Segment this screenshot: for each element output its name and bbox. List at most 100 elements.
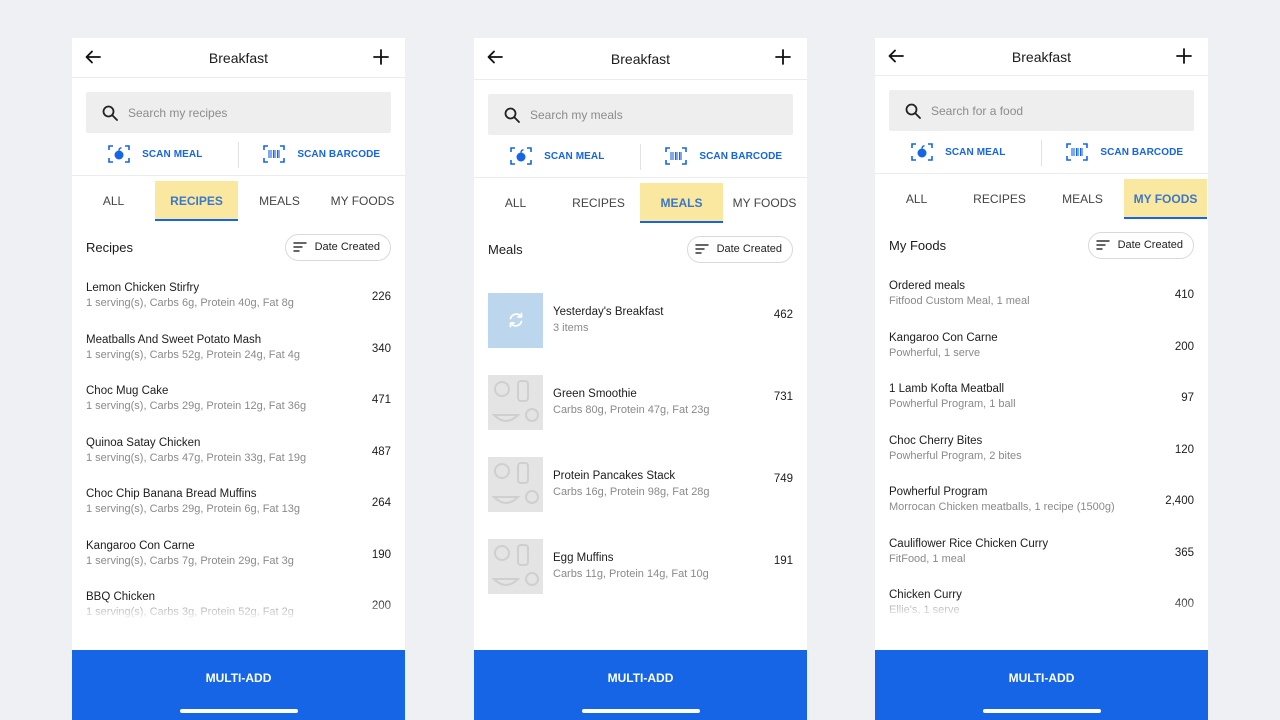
item-name: Chicken Curry <box>889 589 962 601</box>
item-name: Meatballs And Sweet Potato Mash <box>86 333 262 346</box>
search-icon <box>102 105 118 121</box>
list-item[interactable]: BBQ Chicken 1 serving(s), Carbs 3g, Prote… <box>72 583 405 635</box>
item-calories: 2,400 <box>1165 495 1194 507</box>
list-item[interactable]: Yesterday's Breakfast 3 items 462 <box>474 279 807 361</box>
item-calories: 749 <box>773 473 793 485</box>
scan-row: SCAN MEAL SCAN BARCODE <box>72 133 405 176</box>
item-calories: 200 <box>371 600 391 612</box>
tab-recipes[interactable]: RECIPES <box>155 181 238 221</box>
list-item[interactable]: Choc Mug Cake 1 serving(s), Carbs 29g, Pr… <box>72 377 405 429</box>
scan-meal-button[interactable]: SCAN MEAL <box>875 131 1042 173</box>
plus-icon[interactable] <box>372 48 390 66</box>
tab-bar: ALL RECIPES MEALS MY FOODS <box>875 179 1208 219</box>
list-item[interactable]: 1 Lamb Kofta Meatball Powherful Program, … <box>875 375 1208 427</box>
search-input[interactable] <box>128 105 348 120</box>
barcode-icon <box>665 147 688 165</box>
scan-meal-button[interactable]: SCAN MEAL <box>474 135 641 177</box>
multi-add-button[interactable]: MULTI-ADD <box>72 650 405 720</box>
tab-my-foods[interactable]: MY FOODS <box>1124 179 1207 219</box>
list-item[interactable]: Kangaroo Con Carne 1 serving(s), Carbs 7g… <box>72 532 405 584</box>
search-bar[interactable] <box>889 90 1194 131</box>
scan-meal-icon <box>911 143 933 161</box>
tab-all[interactable]: ALL <box>72 181 155 221</box>
back-arrow-icon[interactable] <box>486 48 504 66</box>
item-detail: FitFood, 1 meal <box>889 552 966 565</box>
list-item[interactable]: Meatballs And Sweet Potato Mash 1 serving… <box>72 326 405 378</box>
tab-recipes[interactable]: RECIPES <box>958 179 1041 219</box>
list-item[interactable]: Quinoa Satay Chicken 1 serving(s), Carbs … <box>72 429 405 481</box>
search-input[interactable] <box>931 103 1151 118</box>
back-arrow-icon[interactable] <box>84 48 102 66</box>
scan-meal-label: SCAN MEAL <box>945 146 1006 158</box>
scan-barcode-label: SCAN BARCODE <box>1100 146 1184 158</box>
list-item[interactable]: Cauliflower Rice Chicken Curry FitFood, 1… <box>875 530 1208 582</box>
plus-icon[interactable] <box>774 48 792 66</box>
meal-text: Protein Pancakes Stack Carbs 16g, Protei… <box>553 470 710 498</box>
meal-text: Green Smoothie Carbs 80g, Protein 47g, F… <box>553 388 710 416</box>
list-item[interactable]: Chicken Curry Ellie's, 1 serve 400 <box>875 581 1208 633</box>
tab-all[interactable]: ALL <box>875 179 958 219</box>
tab-bar: ALL RECIPES MEALS MY FOODS <box>474 183 807 223</box>
scan-barcode-button[interactable]: SCAN BARCODE <box>641 135 808 177</box>
food-placeholder-image <box>488 456 543 512</box>
item-calories: 200 <box>1174 340 1194 353</box>
section-title: Meals <box>488 241 523 257</box>
home-indicator <box>180 709 298 713</box>
list-item[interactable]: Choc Cherry Bites Powherful Program, 2 bi… <box>875 427 1208 479</box>
item-detail: Carbs 80g, Protein 47g, Fat 23g <box>553 404 710 416</box>
item-detail: Powherful Program, 2 bites <box>889 449 1022 462</box>
scan-row: SCAN MEAL SCAN BARCODE <box>474 135 807 178</box>
item-name: Quinoa Satay Chicken <box>86 436 201 449</box>
list-item[interactable]: Ordered meals Fitfood Custom Meal, 1 meal… <box>875 272 1208 324</box>
item-calories: 120 <box>1174 443 1194 456</box>
top-bar: Breakfast <box>474 38 807 80</box>
item-name: Choc Mug Cake <box>86 385 169 397</box>
food-placeholder-image <box>488 538 543 594</box>
item-name: Protein Pancakes Stack <box>553 470 676 482</box>
list-item[interactable]: Green Smoothie Carbs 80g, Protein 47g, F… <box>474 361 807 443</box>
list-item[interactable]: Lemon Chicken Stirfry 1 serving(s), Carbs… <box>72 274 405 326</box>
tab-recipes[interactable]: RECIPES <box>557 183 640 223</box>
item-name: Yesterday's Breakfast <box>553 306 664 318</box>
list-item[interactable]: Kangaroo Con Carne Powherful, 1 serve 200 <box>875 324 1208 376</box>
multi-add-button[interactable]: MULTI-ADD <box>474 650 807 720</box>
tab-meals[interactable]: MEALS <box>238 181 321 221</box>
list-item[interactable]: Protein Pancakes Stack Carbs 16g, Protei… <box>474 443 807 525</box>
tab-meals[interactable]: MEALS <box>1041 179 1124 219</box>
scan-barcode-button[interactable]: SCAN BARCODE <box>1042 131 1209 173</box>
item-calories: 731 <box>773 391 793 403</box>
scan-barcode-button[interactable]: SCAN BARCODE <box>239 133 406 175</box>
recipe-list: Lemon Chicken Stirfry 1 serving(s), Carbs… <box>72 274 405 635</box>
sort-label: Date Created <box>716 243 782 255</box>
multi-add-button[interactable]: MULTI-ADD <box>875 650 1208 720</box>
list-item[interactable]: Egg Muffins Carbs 11g, Protein 14g, Fat … <box>474 525 807 607</box>
scan-meal-label: SCAN MEAL <box>544 150 605 162</box>
item-calories: 190 <box>371 548 391 561</box>
section-header: Meals Date Created <box>474 228 807 270</box>
top-bar: Breakfast <box>72 38 405 78</box>
list-item[interactable]: Powherful Program Morrocan Chicken meatba… <box>875 478 1208 530</box>
tab-my-foods[interactable]: MY FOODS <box>321 181 404 221</box>
phone-screen-recipes: Breakfast SCAN MEAL SCAN BARCODE ALL REC… <box>72 38 405 720</box>
item-name: Kangaroo Con Carne <box>889 331 998 344</box>
search-input[interactable] <box>530 107 750 122</box>
list-item[interactable]: Choc Chip Banana Bread Muffins 1 serving(… <box>72 480 405 532</box>
item-name: Green Smoothie <box>553 388 637 400</box>
sort-button[interactable]: Date Created <box>686 235 793 263</box>
tab-meals[interactable]: MEALS <box>640 183 723 223</box>
scan-meal-button[interactable]: SCAN MEAL <box>72 133 239 175</box>
sort-button[interactable]: Date Created <box>284 233 391 261</box>
item-name: Choc Cherry Bites <box>889 434 983 447</box>
back-arrow-icon[interactable] <box>887 47 905 65</box>
tab-my-foods[interactable]: MY FOODS <box>723 183 806 223</box>
tab-all[interactable]: ALL <box>474 183 557 223</box>
my-foods-list: Ordered meals Fitfood Custom Meal, 1 meal… <box>875 272 1208 633</box>
search-bar[interactable] <box>86 92 391 133</box>
search-bar[interactable] <box>488 94 793 135</box>
screens-stage: Breakfast SCAN MEAL SCAN BARCODE ALL REC… <box>0 0 1280 720</box>
plus-icon[interactable] <box>1175 47 1193 65</box>
sort-button[interactable]: Date Created <box>1087 231 1194 259</box>
item-detail: 1 serving(s), Carbs 6g, Protein 40g, Fat… <box>86 297 294 309</box>
item-calories: 191 <box>773 555 793 567</box>
barcode-icon <box>263 145 286 163</box>
